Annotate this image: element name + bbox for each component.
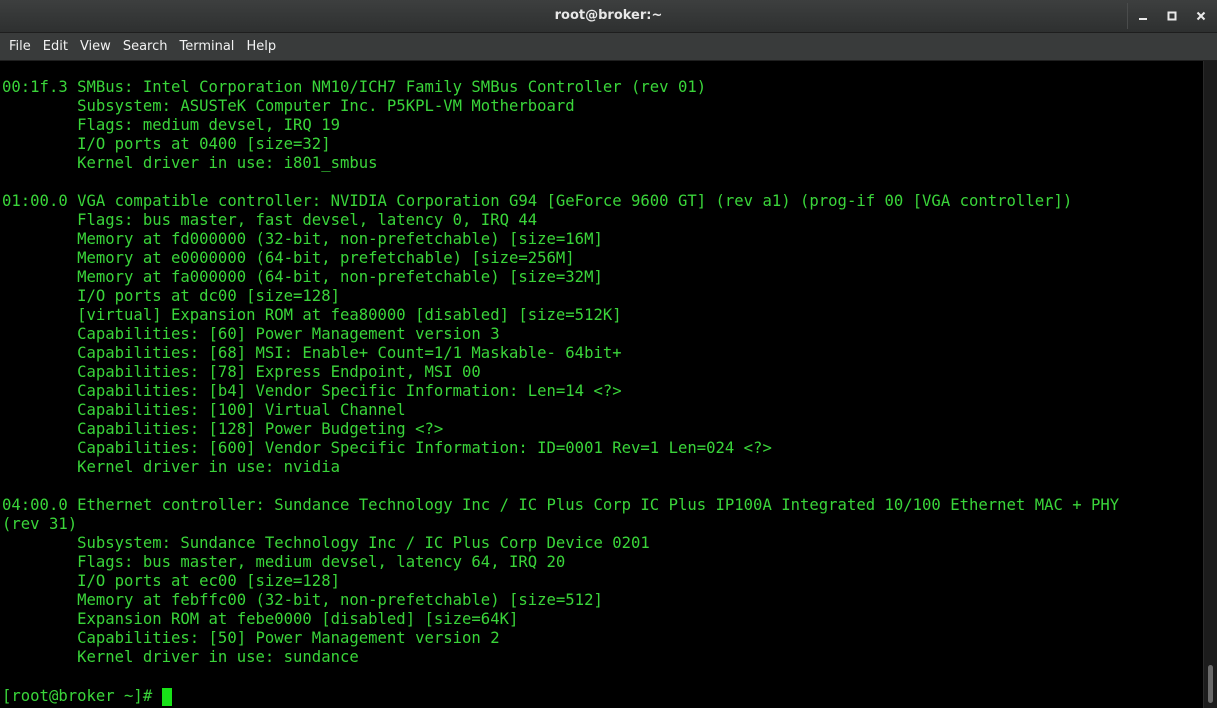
terminal-line: Flags: bus master, medium devsel, latenc… [2,553,566,571]
terminal-line: I/O ports at 0400 [size=32] [2,135,331,153]
terminal-line: 01:00.0 VGA compatible controller: NVIDI… [2,192,1073,210]
text-cursor [161,687,172,706]
maximize-icon [1167,11,1176,21]
terminal-line: Capabilities: [50] Power Management vers… [2,629,500,647]
maximize-button[interactable] [1157,3,1186,29]
terminal-line: 00:1f.3 SMBus: Intel Corporation NM10/IC… [2,78,707,96]
terminal-window: root@broker:~ File Edit View Search Term… [0,0,1217,708]
menu-terminal[interactable]: Terminal [170,39,234,54]
terminal-line: I/O ports at ec00 [size=128] [2,572,340,590]
title-bar[interactable]: root@broker:~ [0,0,1217,33]
prompt-line[interactable]: [root@broker ~]# [2,687,172,706]
menu-file[interactable]: File [0,39,31,54]
terminal-line: Memory at e0000000 (64-bit, prefetchable… [2,249,575,267]
terminal-output[interactable]: [root@broker ~]# 00:1f.3 SMBus: Intel Co… [0,61,1203,708]
terminal-line: Memory at fa000000 (64-bit, non-prefetch… [2,268,603,286]
close-button[interactable] [1186,3,1215,29]
terminal-line: Capabilities: [b4] Vendor Specific Infor… [2,382,622,400]
terminal-line: Flags: bus master, fast devsel, latency … [2,211,538,229]
scrollbar-thumb[interactable] [1208,665,1213,703]
minimize-icon [1138,18,1147,20]
menu-bar: File Edit View Search Terminal Help [0,33,1217,61]
terminal-line: [virtual] Expansion ROM at fea80000 [dis… [2,306,622,324]
window-controls [1127,3,1215,29]
minimize-button[interactable] [1127,3,1157,29]
shell-prompt: [root@broker ~]# [2,687,162,705]
terminal-line: Kernel driver in use: sundance [2,648,359,666]
terminal-line: Capabilities: [600] Vendor Specific Info… [2,439,772,457]
terminal-line: Capabilities: [78] Express Endpoint, MSI… [2,363,481,381]
terminal-line: Kernel driver in use: nvidia [2,458,340,476]
scrollbar[interactable] [1203,61,1217,708]
menu-view[interactable]: View [71,39,111,54]
terminal-line: (rev 31) [2,515,78,533]
menu-help[interactable]: Help [237,39,276,54]
terminal-line: Capabilities: [100] Virtual Channel [2,401,406,419]
terminal-line: Memory at fd000000 (32-bit, non-prefetch… [2,230,603,248]
terminal-line: Capabilities: [60] Power Management vers… [2,325,500,343]
terminal-line: Subsystem: ASUSTeK Computer Inc. P5KPL-V… [2,97,575,115]
terminal-line: Subsystem: Sundance Technology Inc / IC … [2,534,650,552]
terminal-line: Flags: medium devsel, IRQ 19 [2,116,340,134]
terminal-line: I/O ports at dc00 [size=128] [2,287,340,305]
close-icon [1196,11,1205,21]
menu-edit[interactable]: Edit [34,39,68,54]
terminal-line: Capabilities: [128] Power Budgeting <?> [2,420,444,438]
terminal-line: Kernel driver in use: i801_smbus [2,154,378,172]
menu-search[interactable]: Search [114,39,168,54]
terminal-line: Expansion ROM at febe0000 [disabled] [si… [2,610,519,628]
window-title: root@broker:~ [554,8,663,23]
terminal-line: Capabilities: [68] MSI: Enable+ Count=1/… [2,344,622,362]
terminal-line: 04:00.0 Ethernet controller: Sundance Te… [2,496,1120,514]
terminal-line: Memory at febffc00 (32-bit, non-prefetch… [2,591,603,609]
